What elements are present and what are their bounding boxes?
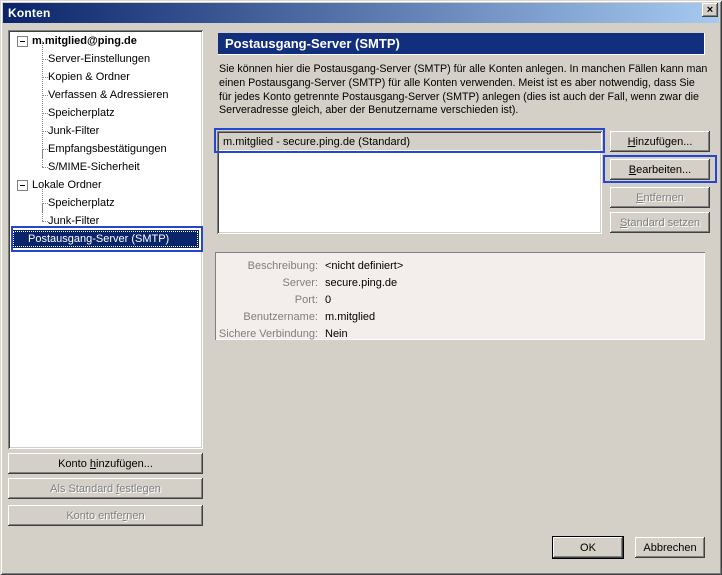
detail-row-benutzername: Benutzername: m.mitglied xyxy=(215,308,705,325)
tree-item-postausgang-server[interactable]: Postausgang-Server (SMTP) xyxy=(12,230,199,248)
tree-collapse-icon[interactable] xyxy=(17,180,28,191)
close-icon: × xyxy=(707,5,713,16)
remove-account-button: Konto entfernen xyxy=(8,505,203,526)
detail-row-sichere-verbindung: Sichere Verbindung: Nein xyxy=(215,325,705,342)
window-title: Konten xyxy=(8,6,51,20)
intro-text: Sie können hier die Postausgang-Server (… xyxy=(219,63,711,118)
tree-item-junk-filter[interactable]: Junk-Filter xyxy=(10,122,201,140)
tree-collapse-icon[interactable] xyxy=(17,36,28,47)
tree-item-lokale-ordner[interactable]: Lokale Ordner xyxy=(10,176,201,194)
add-smtp-button[interactable]: Hinzufügen... xyxy=(610,131,710,152)
tree-item-server-einstellungen[interactable]: Server-Einstellungen xyxy=(10,50,201,68)
accounts-dialog: Konten × m.mitglied@ping.de Server-Einst… xyxy=(0,0,722,575)
smtp-server-list[interactable]: m.mitglied - secure.ping.de (Standard) xyxy=(217,131,602,234)
tree-item-lokale-speicherplatz[interactable]: Speicherplatz xyxy=(10,194,201,212)
titlebar: Konten xyxy=(3,3,719,23)
close-button[interactable]: × xyxy=(702,3,718,17)
accounts-tree[interactable]: m.mitglied@ping.de Server-Einstellungen … xyxy=(8,30,203,449)
smtp-details-panel: Beschreibung: <nicht definiert> Server: … xyxy=(215,252,705,340)
pane-title: Postausgang-Server (SMTP) xyxy=(225,36,400,51)
tree-item-lokale-junk-filter[interactable]: Junk-Filter xyxy=(10,212,201,230)
detail-row-server: Server: secure.ping.de xyxy=(215,274,705,291)
detail-row-port: Port: 0 xyxy=(215,291,705,308)
tree-item-account-root[interactable]: m.mitglied@ping.de xyxy=(10,32,201,50)
tree-item-speicherplatz[interactable]: Speicherplatz xyxy=(10,104,201,122)
set-default-smtp-button: Standard setzen xyxy=(610,212,710,233)
tree-item-verfassen-adressieren[interactable]: Verfassen & Adressieren xyxy=(10,86,201,104)
tree-item-kopien-ordner[interactable]: Kopien & Ordner xyxy=(10,68,201,86)
detail-row-beschreibung: Beschreibung: <nicht definiert> xyxy=(215,257,705,274)
tree-item-empfangsbestaetigungen[interactable]: Empfangsbestätigungen xyxy=(10,140,201,158)
tree-item-smime-sicherheit[interactable]: S/MIME-Sicherheit xyxy=(10,158,201,176)
add-account-button[interactable]: Konto hinzufügen... xyxy=(8,453,203,474)
edit-smtp-button[interactable]: Bearbeiten... xyxy=(610,159,710,180)
ok-button[interactable]: OK xyxy=(552,536,624,559)
cancel-button[interactable]: Abbrechen xyxy=(635,537,705,558)
remove-smtp-button: Entfernen xyxy=(610,187,710,208)
smtp-list-item[interactable]: m.mitglied - secure.ping.de (Standard) xyxy=(219,133,600,150)
pane-header: Postausgang-Server (SMTP) xyxy=(218,33,705,55)
set-default-account-button: Als Standard festlegen xyxy=(8,478,203,499)
